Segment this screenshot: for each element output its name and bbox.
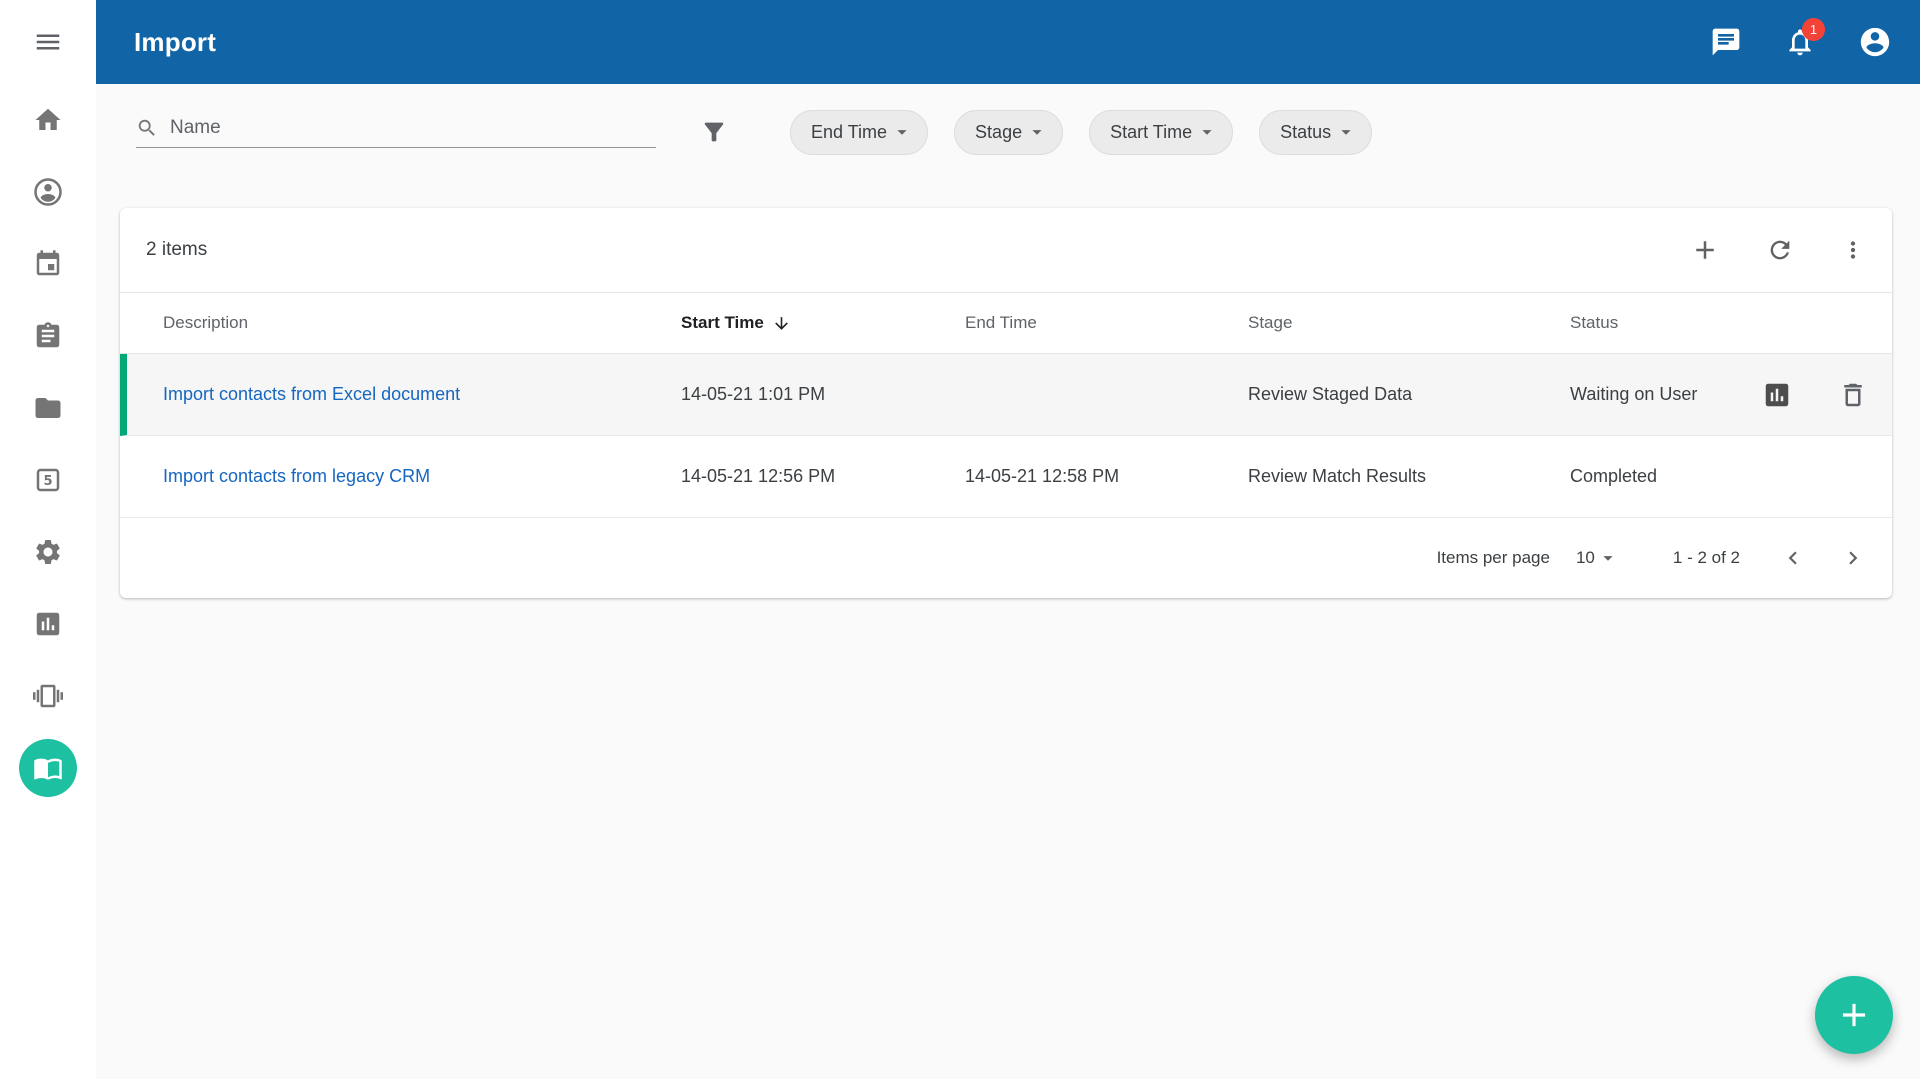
gear-icon	[33, 537, 63, 567]
table-header-row: Description Start Time End Time Stage St…	[120, 292, 1892, 354]
chevron-right-icon	[1840, 545, 1866, 571]
delete-button[interactable]	[1838, 380, 1868, 410]
items-per-page-value: 10	[1576, 548, 1595, 568]
notification-badge: 1	[1802, 18, 1825, 41]
search-icon	[136, 117, 158, 139]
filter-chips: End Time Stage Start Time Status	[790, 110, 1372, 155]
column-header-stage[interactable]: Stage	[1248, 313, 1570, 333]
cell-start-time: 14-05-21 1:01 PM	[681, 384, 965, 405]
folder-icon	[33, 393, 63, 423]
paginator: Items per page 10 1 - 2 of 2	[120, 518, 1892, 598]
sidebar-nav: 5	[0, 84, 96, 804]
chip-label: Start Time	[1110, 122, 1192, 143]
filter-bar: End Time Stage Start Time Status	[96, 84, 1920, 180]
search-input[interactable]	[170, 117, 656, 139]
filter-button[interactable]	[700, 118, 728, 146]
avatar-icon	[1858, 25, 1892, 59]
cell-end-time: 14-05-21 12:58 PM	[965, 466, 1248, 487]
items-per-page-select[interactable]: 10	[1576, 547, 1619, 569]
next-page-button[interactable]	[1840, 545, 1866, 571]
more-options-button[interactable]	[1840, 237, 1866, 263]
previous-page-button[interactable]	[1780, 545, 1806, 571]
chevron-down-icon	[1196, 121, 1218, 143]
chip-label: Stage	[975, 122, 1022, 143]
cell-start-time: 14-05-21 12:56 PM	[681, 466, 965, 487]
column-label: Start Time	[681, 313, 764, 333]
calendar-icon	[33, 249, 63, 279]
column-header-end-time[interactable]: End Time	[965, 313, 1248, 333]
chip-label: Status	[1280, 122, 1331, 143]
vibration-icon	[33, 681, 63, 711]
chevron-down-icon	[891, 121, 913, 143]
trash-icon	[1838, 380, 1868, 410]
chevron-down-icon	[1597, 547, 1619, 569]
cell-stage: Review Staged Data	[1248, 384, 1570, 405]
refresh-icon	[1766, 236, 1794, 264]
person-circle-icon	[33, 177, 63, 207]
add-import-button[interactable]	[1690, 235, 1720, 265]
sidebar-item-settings[interactable]	[0, 516, 96, 588]
column-header-start-time[interactable]: Start Time	[681, 313, 965, 333]
chevron-down-icon	[1335, 121, 1357, 143]
page-range: 1 - 2 of 2	[1673, 548, 1740, 568]
table-row: Import contacts from legacy CRM 14-05-21…	[120, 436, 1892, 518]
page-title: Import	[134, 27, 216, 58]
items-count: 2 items	[146, 239, 207, 261]
cell-stage: Review Match Results	[1248, 466, 1570, 487]
bar-chart-icon	[33, 609, 63, 639]
top-app-bar: Import 1	[96, 0, 1920, 84]
bar-chart-icon	[1762, 380, 1792, 410]
search-field	[136, 117, 656, 148]
items-per-page-label: Items per page	[1437, 548, 1550, 568]
filter-chip-status[interactable]: Status	[1259, 110, 1372, 155]
sort-descending-icon	[772, 314, 791, 333]
notifications-button[interactable]: 1	[1784, 26, 1816, 58]
cell-status: Completed	[1570, 466, 1760, 487]
chevron-left-icon	[1780, 545, 1806, 571]
column-header-status[interactable]: Status	[1570, 313, 1760, 333]
view-stats-button[interactable]	[1762, 380, 1792, 410]
import-job-link[interactable]: Import contacts from legacy CRM	[163, 466, 430, 486]
import-list-card: 2 items De	[120, 208, 1892, 598]
sidebar-item-contacts[interactable]	[0, 156, 96, 228]
sidebar-item-calendar[interactable]	[0, 228, 96, 300]
filter-chip-end-time[interactable]: End Time	[790, 110, 928, 155]
home-icon	[33, 105, 63, 135]
column-header-description[interactable]: Description	[163, 313, 681, 333]
sidebar-item-tasks[interactable]	[0, 300, 96, 372]
open-book-icon	[19, 739, 77, 797]
refresh-button[interactable]	[1766, 236, 1794, 264]
sidebar-item-reports[interactable]	[0, 588, 96, 660]
sidebar-item-five[interactable]: 5	[0, 444, 96, 516]
table-row: Import contacts from Excel document 14-0…	[120, 354, 1892, 436]
filter-chip-stage[interactable]: Stage	[954, 110, 1063, 155]
kebab-menu-icon	[1840, 237, 1866, 263]
hamburger-icon	[33, 27, 63, 57]
sidebar-item-home[interactable]	[0, 84, 96, 156]
chip-label: End Time	[811, 122, 887, 143]
filter-chip-start-time[interactable]: Start Time	[1089, 110, 1233, 155]
sidebar-item-import[interactable]	[0, 732, 96, 804]
account-button[interactable]	[1858, 25, 1892, 59]
chat-button[interactable]	[1710, 26, 1742, 58]
plus-icon	[1690, 235, 1720, 265]
fab-add-button[interactable]	[1815, 976, 1893, 1054]
svg-text:5: 5	[43, 474, 52, 489]
menu-button[interactable]	[33, 27, 63, 57]
import-job-link[interactable]: Import contacts from Excel document	[163, 384, 460, 404]
chat-icon	[1710, 26, 1742, 58]
clipboard-icon	[33, 321, 63, 351]
sidebar: 5	[0, 0, 96, 1079]
number-5-icon: 5	[33, 465, 63, 495]
funnel-icon	[700, 118, 728, 146]
chevron-down-icon	[1026, 121, 1048, 143]
sidebar-item-vibration[interactable]	[0, 660, 96, 732]
plus-icon	[1835, 996, 1873, 1034]
cell-status: Waiting on User	[1570, 384, 1760, 405]
sidebar-item-documents[interactable]	[0, 372, 96, 444]
